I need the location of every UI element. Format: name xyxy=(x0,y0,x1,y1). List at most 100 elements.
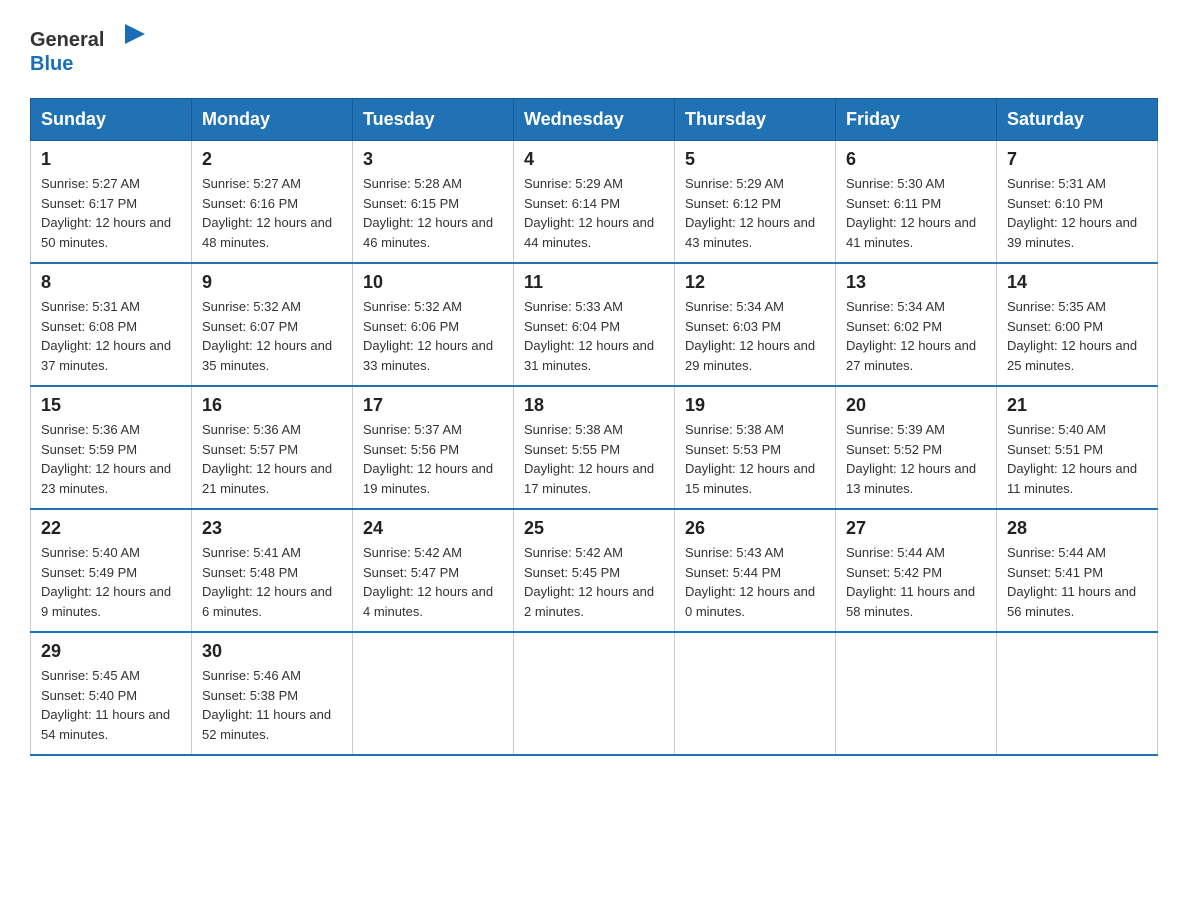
calendar-table: SundayMondayTuesdayWednesdayThursdayFrid… xyxy=(30,98,1158,756)
day-info: Sunrise: 5:38 AMSunset: 5:55 PMDaylight:… xyxy=(524,422,654,496)
calendar-cell: 23 Sunrise: 5:41 AMSunset: 5:48 PMDaylig… xyxy=(192,509,353,632)
header-friday: Friday xyxy=(836,99,997,141)
calendar-cell: 21 Sunrise: 5:40 AMSunset: 5:51 PMDaylig… xyxy=(997,386,1158,509)
day-number: 18 xyxy=(524,395,664,416)
day-info: Sunrise: 5:28 AMSunset: 6:15 PMDaylight:… xyxy=(363,176,493,250)
day-number: 10 xyxy=(363,272,503,293)
day-number: 13 xyxy=(846,272,986,293)
calendar-cell: 24 Sunrise: 5:42 AMSunset: 5:47 PMDaylig… xyxy=(353,509,514,632)
day-number: 14 xyxy=(1007,272,1147,293)
day-number: 1 xyxy=(41,149,181,170)
header-wednesday: Wednesday xyxy=(514,99,675,141)
calendar-cell xyxy=(836,632,997,755)
calendar-cell: 7 Sunrise: 5:31 AMSunset: 6:10 PMDayligh… xyxy=(997,141,1158,264)
day-info: Sunrise: 5:27 AMSunset: 6:17 PMDaylight:… xyxy=(41,176,171,250)
day-info: Sunrise: 5:32 AMSunset: 6:07 PMDaylight:… xyxy=(202,299,332,373)
header-saturday: Saturday xyxy=(997,99,1158,141)
calendar-cell: 2 Sunrise: 5:27 AMSunset: 6:16 PMDayligh… xyxy=(192,141,353,264)
calendar-cell: 14 Sunrise: 5:35 AMSunset: 6:00 PMDaylig… xyxy=(997,263,1158,386)
svg-text:Blue: Blue xyxy=(30,53,73,75)
day-info: Sunrise: 5:33 AMSunset: 6:04 PMDaylight:… xyxy=(524,299,654,373)
calendar-cell: 8 Sunrise: 5:31 AMSunset: 6:08 PMDayligh… xyxy=(31,263,192,386)
day-info: Sunrise: 5:45 AMSunset: 5:40 PMDaylight:… xyxy=(41,668,170,742)
day-number: 25 xyxy=(524,518,664,539)
day-info: Sunrise: 5:42 AMSunset: 5:45 PMDaylight:… xyxy=(524,545,654,619)
calendar-cell: 27 Sunrise: 5:44 AMSunset: 5:42 PMDaylig… xyxy=(836,509,997,632)
day-number: 23 xyxy=(202,518,342,539)
calendar-cell: 22 Sunrise: 5:40 AMSunset: 5:49 PMDaylig… xyxy=(31,509,192,632)
day-info: Sunrise: 5:36 AMSunset: 5:57 PMDaylight:… xyxy=(202,422,332,496)
day-info: Sunrise: 5:40 AMSunset: 5:49 PMDaylight:… xyxy=(41,545,171,619)
day-number: 8 xyxy=(41,272,181,293)
day-number: 12 xyxy=(685,272,825,293)
day-number: 3 xyxy=(363,149,503,170)
week-row-5: 29 Sunrise: 5:45 AMSunset: 5:40 PMDaylig… xyxy=(31,632,1158,755)
day-number: 21 xyxy=(1007,395,1147,416)
day-number: 4 xyxy=(524,149,664,170)
header-thursday: Thursday xyxy=(675,99,836,141)
calendar-cell: 5 Sunrise: 5:29 AMSunset: 6:12 PMDayligh… xyxy=(675,141,836,264)
day-info: Sunrise: 5:44 AMSunset: 5:41 PMDaylight:… xyxy=(1007,545,1136,619)
page-header: General Blue xyxy=(30,20,1158,80)
calendar-cell xyxy=(353,632,514,755)
calendar-cell xyxy=(514,632,675,755)
day-info: Sunrise: 5:29 AMSunset: 6:12 PMDaylight:… xyxy=(685,176,815,250)
day-number: 26 xyxy=(685,518,825,539)
calendar-cell: 4 Sunrise: 5:29 AMSunset: 6:14 PMDayligh… xyxy=(514,141,675,264)
calendar-cell: 18 Sunrise: 5:38 AMSunset: 5:55 PMDaylig… xyxy=(514,386,675,509)
week-row-3: 15 Sunrise: 5:36 AMSunset: 5:59 PMDaylig… xyxy=(31,386,1158,509)
day-number: 17 xyxy=(363,395,503,416)
svg-text:General: General xyxy=(30,29,104,51)
day-number: 9 xyxy=(202,272,342,293)
week-row-4: 22 Sunrise: 5:40 AMSunset: 5:49 PMDaylig… xyxy=(31,509,1158,632)
calendar-cell: 29 Sunrise: 5:45 AMSunset: 5:40 PMDaylig… xyxy=(31,632,192,755)
day-info: Sunrise: 5:30 AMSunset: 6:11 PMDaylight:… xyxy=(846,176,976,250)
day-info: Sunrise: 5:37 AMSunset: 5:56 PMDaylight:… xyxy=(363,422,493,496)
weekday-header-row: SundayMondayTuesdayWednesdayThursdayFrid… xyxy=(31,99,1158,141)
header-tuesday: Tuesday xyxy=(353,99,514,141)
day-info: Sunrise: 5:39 AMSunset: 5:52 PMDaylight:… xyxy=(846,422,976,496)
calendar-cell: 28 Sunrise: 5:44 AMSunset: 5:41 PMDaylig… xyxy=(997,509,1158,632)
day-number: 19 xyxy=(685,395,825,416)
day-info: Sunrise: 5:31 AMSunset: 6:10 PMDaylight:… xyxy=(1007,176,1137,250)
calendar-cell: 19 Sunrise: 5:38 AMSunset: 5:53 PMDaylig… xyxy=(675,386,836,509)
day-info: Sunrise: 5:36 AMSunset: 5:59 PMDaylight:… xyxy=(41,422,171,496)
calendar-cell: 1 Sunrise: 5:27 AMSunset: 6:17 PMDayligh… xyxy=(31,141,192,264)
calendar-cell: 25 Sunrise: 5:42 AMSunset: 5:45 PMDaylig… xyxy=(514,509,675,632)
header-sunday: Sunday xyxy=(31,99,192,141)
calendar-cell: 6 Sunrise: 5:30 AMSunset: 6:11 PMDayligh… xyxy=(836,141,997,264)
day-info: Sunrise: 5:40 AMSunset: 5:51 PMDaylight:… xyxy=(1007,422,1137,496)
calendar-cell: 15 Sunrise: 5:36 AMSunset: 5:59 PMDaylig… xyxy=(31,386,192,509)
header-monday: Monday xyxy=(192,99,353,141)
week-row-1: 1 Sunrise: 5:27 AMSunset: 6:17 PMDayligh… xyxy=(31,141,1158,264)
calendar-cell: 20 Sunrise: 5:39 AMSunset: 5:52 PMDaylig… xyxy=(836,386,997,509)
calendar-cell: 10 Sunrise: 5:32 AMSunset: 6:06 PMDaylig… xyxy=(353,263,514,386)
day-info: Sunrise: 5:34 AMSunset: 6:02 PMDaylight:… xyxy=(846,299,976,373)
calendar-cell: 30 Sunrise: 5:46 AMSunset: 5:38 PMDaylig… xyxy=(192,632,353,755)
day-info: Sunrise: 5:38 AMSunset: 5:53 PMDaylight:… xyxy=(685,422,815,496)
day-number: 7 xyxy=(1007,149,1147,170)
day-number: 22 xyxy=(41,518,181,539)
day-info: Sunrise: 5:32 AMSunset: 6:06 PMDaylight:… xyxy=(363,299,493,373)
calendar-cell: 26 Sunrise: 5:43 AMSunset: 5:44 PMDaylig… xyxy=(675,509,836,632)
day-info: Sunrise: 5:31 AMSunset: 6:08 PMDaylight:… xyxy=(41,299,171,373)
day-info: Sunrise: 5:42 AMSunset: 5:47 PMDaylight:… xyxy=(363,545,493,619)
calendar-cell: 17 Sunrise: 5:37 AMSunset: 5:56 PMDaylig… xyxy=(353,386,514,509)
logo: General Blue xyxy=(30,20,150,80)
day-number: 16 xyxy=(202,395,342,416)
day-info: Sunrise: 5:44 AMSunset: 5:42 PMDaylight:… xyxy=(846,545,975,619)
day-number: 20 xyxy=(846,395,986,416)
day-number: 29 xyxy=(41,641,181,662)
calendar-cell: 11 Sunrise: 5:33 AMSunset: 6:04 PMDaylig… xyxy=(514,263,675,386)
week-row-2: 8 Sunrise: 5:31 AMSunset: 6:08 PMDayligh… xyxy=(31,263,1158,386)
logo-svg: General Blue xyxy=(30,20,150,80)
day-number: 30 xyxy=(202,641,342,662)
day-number: 5 xyxy=(685,149,825,170)
calendar-cell: 3 Sunrise: 5:28 AMSunset: 6:15 PMDayligh… xyxy=(353,141,514,264)
day-number: 28 xyxy=(1007,518,1147,539)
calendar-cell: 13 Sunrise: 5:34 AMSunset: 6:02 PMDaylig… xyxy=(836,263,997,386)
day-number: 11 xyxy=(524,272,664,293)
calendar-cell: 16 Sunrise: 5:36 AMSunset: 5:57 PMDaylig… xyxy=(192,386,353,509)
day-info: Sunrise: 5:43 AMSunset: 5:44 PMDaylight:… xyxy=(685,545,815,619)
day-info: Sunrise: 5:46 AMSunset: 5:38 PMDaylight:… xyxy=(202,668,331,742)
